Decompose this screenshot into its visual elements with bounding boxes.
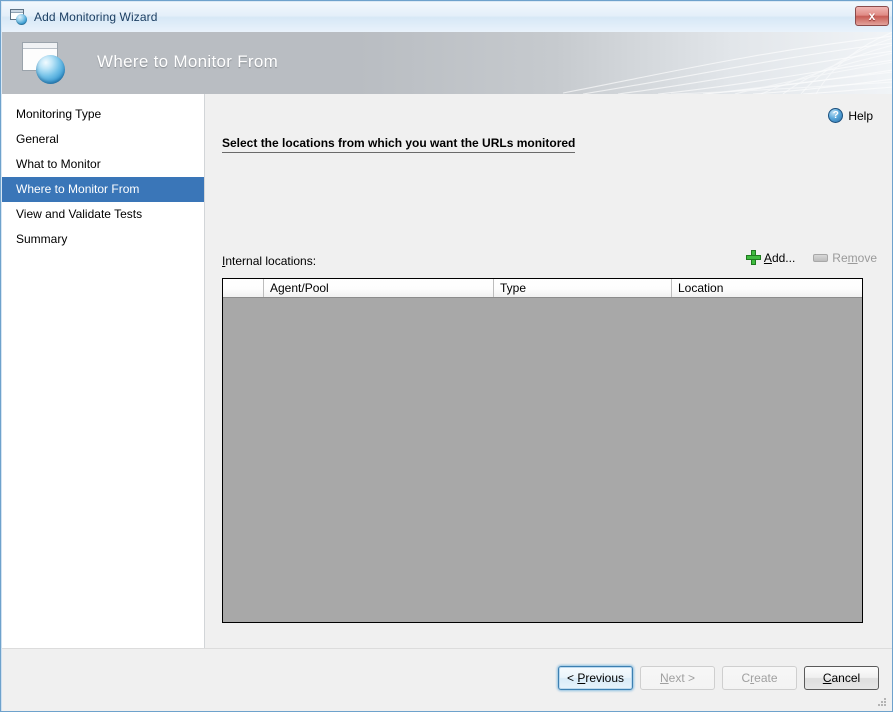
sidebar-item-label: Monitoring Type — [16, 107, 102, 121]
resize-gripper-icon[interactable] — [876, 696, 888, 708]
sidebar-item-summary[interactable]: Summary — [2, 227, 204, 252]
add-button-label: dd... — [771, 250, 796, 265]
sidebar-item-label: General — [16, 132, 59, 146]
sidebar-item-label: What to Monitor — [16, 157, 101, 171]
previous-button-prefix: < — [566, 671, 578, 685]
banner-title: Where to Monitor From — [97, 52, 279, 71]
sidebar-item-where-to-monitor-from[interactable]: Where to Monitor From — [2, 177, 204, 202]
previous-button-label: revious — [585, 671, 625, 685]
wizard-window: Add Monitoring Wizard x Where to Monitor… — [0, 0, 893, 712]
remove-button-mnemonic: m — [847, 250, 858, 265]
grid-header-row: Agent/Pool Type Location — [223, 279, 862, 298]
sidebar-item-general[interactable]: General — [2, 127, 204, 152]
sidebar-item-monitoring-type[interactable]: Monitoring Type — [2, 102, 204, 127]
cancel-button[interactable]: Cancel — [804, 666, 879, 690]
add-location-button[interactable]: Add... — [745, 250, 796, 265]
header-banner: Where to Monitor From — [2, 32, 892, 94]
sidebar-item-what-to-monitor[interactable]: What to Monitor — [2, 152, 204, 177]
title-bar: Add Monitoring Wizard x — [2, 2, 892, 32]
window-globe-icon — [10, 9, 28, 25]
remove-button-label-pre: Re — [832, 250, 848, 265]
locations-toolbar: Add... Remove — [745, 250, 877, 265]
create-button[interactable]: Create — [722, 666, 797, 690]
sidebar-item-label: Where to Monitor From — [16, 182, 140, 196]
grid-body-empty[interactable] — [223, 298, 862, 622]
footer-bar: < Previous Next > Create Cancel — [2, 648, 892, 711]
sidebar-item-label: View and Validate Tests — [16, 207, 143, 221]
next-button-mnemonic: N — [659, 671, 669, 685]
sidebar-item-label: Summary — [16, 232, 68, 246]
internal-locations-text: nternal locations: — [225, 254, 317, 268]
wizard-step-sidebar: Monitoring Type General What to Monitor … — [2, 94, 205, 648]
create-button-prefix: C — [741, 671, 751, 685]
grid-column-header-type[interactable]: Type — [494, 279, 672, 297]
help-link[interactable]: ? Help — [828, 108, 873, 123]
remove-location-button[interactable]: Remove — [813, 251, 877, 265]
create-button-label: eate — [754, 671, 778, 685]
page-title: Select the locations from which you want… — [222, 136, 576, 153]
help-label: Help — [848, 108, 873, 123]
banner-mesh-decoration — [563, 32, 892, 94]
window-title: Add Monitoring Wizard — [34, 10, 158, 24]
cancel-button-label: ancel — [831, 671, 861, 685]
remove-button-label-post: ove — [857, 250, 877, 265]
green-plus-icon — [745, 250, 761, 265]
remove-bar-icon — [813, 253, 829, 262]
content-pane: ? Help Select the locations from which y… — [205, 94, 892, 648]
add-button-mnemonic: A — [763, 250, 772, 265]
next-button[interactable]: Next > — [640, 666, 715, 690]
grid-column-header-select[interactable] — [223, 279, 264, 297]
grid-column-header-agent-pool[interactable]: Agent/Pool — [264, 279, 494, 297]
close-button[interactable]: x — [855, 6, 889, 26]
help-question-icon: ? — [828, 108, 844, 123]
wizard-navigation-buttons: < Previous Next > Create Cancel — [558, 666, 879, 690]
internal-locations-label: Internal locations: — [222, 254, 316, 268]
next-button-label: ext > — [668, 671, 696, 685]
grid-column-header-location[interactable]: Location — [672, 279, 862, 297]
sidebar-item-view-and-validate-tests[interactable]: View and Validate Tests — [2, 202, 204, 227]
window-globe-large-icon — [20, 40, 72, 86]
previous-button[interactable]: < Previous — [558, 666, 633, 690]
close-icon: x — [868, 9, 876, 23]
locations-grid[interactable]: Agent/Pool Type Location — [222, 278, 863, 623]
